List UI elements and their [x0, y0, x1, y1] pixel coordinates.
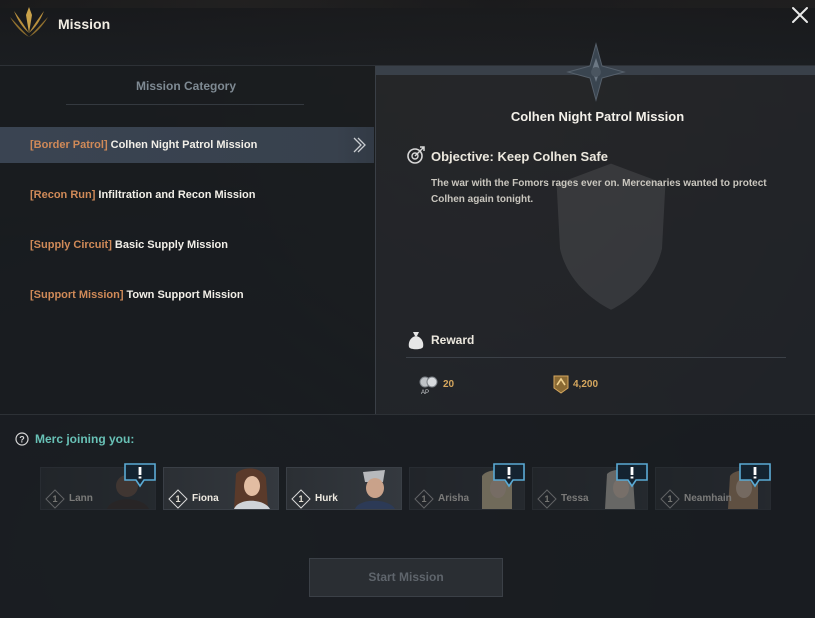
mission-tag: [Border Patrol]: [30, 139, 108, 151]
mission-name: Infiltration and Recon Mission: [98, 189, 256, 201]
category-divider: [66, 104, 304, 105]
merc-panel: ? Merc joining you: 1 Lann 1 Fiona 1 Hur…: [0, 414, 815, 618]
reward-divider: [406, 357, 786, 358]
merc-card-fiona[interactable]: 1 Fiona: [163, 467, 279, 510]
merc-title: Merc joining you:: [35, 432, 135, 446]
help-icon[interactable]: ?: [15, 432, 29, 446]
mission-item-border-patrol[interactable]: [Border Patrol] Colhen Night Patrol Missi…: [0, 127, 374, 163]
mission-tag: [Recon Run]: [30, 189, 96, 201]
objective-description: The war with the Fomors rages ever on. M…: [431, 178, 767, 205]
objective-title: Objective: Keep Colhen Safe: [431, 149, 608, 164]
merc-level-badge: 1: [414, 489, 434, 509]
start-mission-button[interactable]: Start Mission: [309, 558, 503, 597]
window-header: Mission: [0, 0, 815, 66]
window-title: Mission: [58, 16, 111, 32]
mission-name: Colhen Night Patrol Mission: [110, 139, 258, 151]
target-arrow-icon: [407, 146, 425, 164]
selected-mission-title: Colhen Night Patrol Mission: [510, 109, 685, 124]
reward-xp-value: 4,200: [573, 378, 599, 390]
mission-name: Basic Supply Mission: [114, 239, 228, 251]
svg-text:?: ?: [19, 435, 25, 445]
merc-level-badge: 1: [168, 489, 188, 509]
merc-name: Tessa: [561, 493, 589, 504]
merc-name: Fiona: [192, 493, 219, 504]
alert-bubble-icon: [493, 463, 525, 488]
xp-icon: [553, 375, 569, 394]
crest-emblem-icon: [566, 42, 626, 102]
reward-xp: 4,200: [552, 372, 598, 396]
reward-label: Reward: [431, 333, 475, 347]
merc-level-badge: 1: [45, 489, 65, 509]
mission-name: Town Support Mission: [126, 289, 244, 301]
mission-category-panel: Mission Category [Border Patrol] Colhen N…: [0, 66, 375, 414]
merc-card-hurk[interactable]: 1 Hurk: [286, 467, 402, 510]
mission-emblem-icon: [10, 7, 48, 37]
ap-icon: AP: [419, 376, 438, 395]
mission-item-supply-circuit[interactable]: [Supply Circuit] Basic Supply Mission: [0, 227, 374, 263]
merc-portrait: [339, 468, 401, 509]
svg-text:AP: AP: [421, 390, 429, 395]
merc-name: Lann: [69, 493, 93, 504]
alert-bubble-icon: [616, 463, 648, 488]
merc-name: Neamhain: [684, 493, 732, 504]
alert-bubble-icon: [739, 463, 771, 488]
merc-name: Arisha: [438, 493, 470, 504]
mission-item-support-mission[interactable]: [Support Mission] Town Support Mission: [0, 277, 374, 313]
double-chevron-right-icon: [353, 137, 366, 153]
reward-ap-value: 20: [443, 378, 455, 390]
close-icon[interactable]: [789, 4, 811, 26]
category-title: Mission Category: [135, 79, 237, 93]
mission-item-recon-run[interactable]: [Recon Run] Infiltration and Recon Missio…: [0, 177, 374, 213]
alert-bubble-icon: [124, 463, 156, 488]
merc-name: Hurk: [315, 493, 338, 504]
reward-ap: AP 20: [418, 372, 454, 396]
merc-portrait: [216, 468, 278, 509]
merc-level-badge: 1: [537, 489, 557, 509]
mission-tag: [Supply Circuit]: [30, 239, 112, 251]
merc-level-badge: 1: [660, 489, 680, 509]
mission-detail-panel: Colhen Night Patrol Mission Objective: K…: [375, 42, 815, 414]
merc-level-badge: 1: [291, 489, 311, 509]
money-bag-icon: [408, 332, 424, 350]
mission-tag: [Support Mission]: [30, 289, 124, 301]
